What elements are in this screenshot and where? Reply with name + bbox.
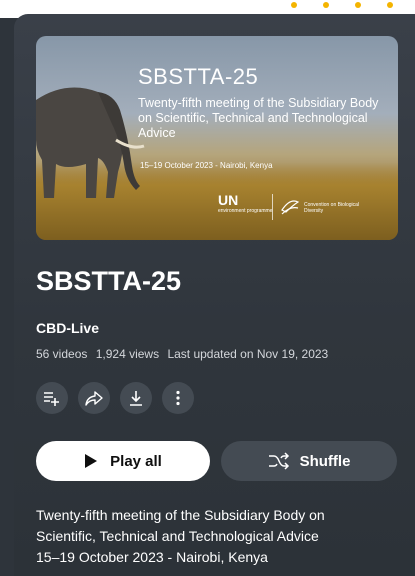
thumbnail-title: SBSTTA-25 <box>138 64 259 89</box>
description-line: 15–19 October 2023 - Nairobi, Kenya <box>36 549 268 565</box>
playlist-title: SBSTTA-25 <box>36 266 182 296</box>
view-count: 1,924 views <box>95 347 160 361</box>
play-all-button[interactable]: Play all <box>36 441 210 481</box>
cbd-logo-text: Convention on Biological Diversity <box>304 202 360 214</box>
more-vert-icon <box>176 390 180 406</box>
description-line: Twenty-fifth meeting of the Subsidiary B… <box>36 507 325 523</box>
playlist-thumbnail[interactable]: SBSTTA-25 Twenty-fifth meeting of the Su… <box>36 36 398 240</box>
description-line: Scientific, Technical and Technological … <box>36 528 319 544</box>
dot <box>323 2 329 8</box>
cbd-leaf-icon <box>281 200 300 215</box>
un-logo-text: UN <box>218 192 239 208</box>
add-to-queue-button[interactable] <box>36 382 68 414</box>
dot <box>355 2 361 8</box>
thumbnail-date: 15–19 October 2023 - Nairobi, Kenya <box>140 161 273 170</box>
download-icon <box>130 391 142 406</box>
dot <box>387 2 393 8</box>
play-icon <box>85 454 98 468</box>
add-to-queue-icon <box>44 392 59 406</box>
shuffle-icon <box>268 452 289 470</box>
elephant-image <box>36 87 145 198</box>
shuffle-label: Shuffle <box>299 452 351 470</box>
share-button[interactable] <box>78 382 110 414</box>
channel-name[interactable]: CBD-Live <box>36 320 99 336</box>
more-options-button[interactable] <box>162 382 194 414</box>
play-all-label: Play all <box>110 452 162 470</box>
logo-divider <box>272 194 273 220</box>
dot <box>291 2 297 8</box>
loading-dots <box>291 2 393 8</box>
un-logo-subtext: environment programme <box>218 208 273 214</box>
last-updated: Last updated on Nov 19, 2023 <box>167 347 329 361</box>
playlist-meta: 56 videos 1,924 views Last updated on No… <box>36 347 333 361</box>
thumbnail-subtitle: Twenty-fifth meeting of the Subsidiary B… <box>138 96 379 140</box>
share-icon <box>85 391 103 406</box>
un-logo: UN environment programme <box>218 192 272 214</box>
shuffle-button[interactable]: Shuffle <box>221 441 397 481</box>
playlist-description: Twenty-fifth meeting of the Subsidiary B… <box>36 505 396 568</box>
video-count: 56 videos <box>36 347 88 361</box>
download-button[interactable] <box>120 382 152 414</box>
playlist-header-panel: SBSTTA-25 Twenty-fifth meeting of the Su… <box>14 14 415 576</box>
action-row <box>36 382 194 414</box>
